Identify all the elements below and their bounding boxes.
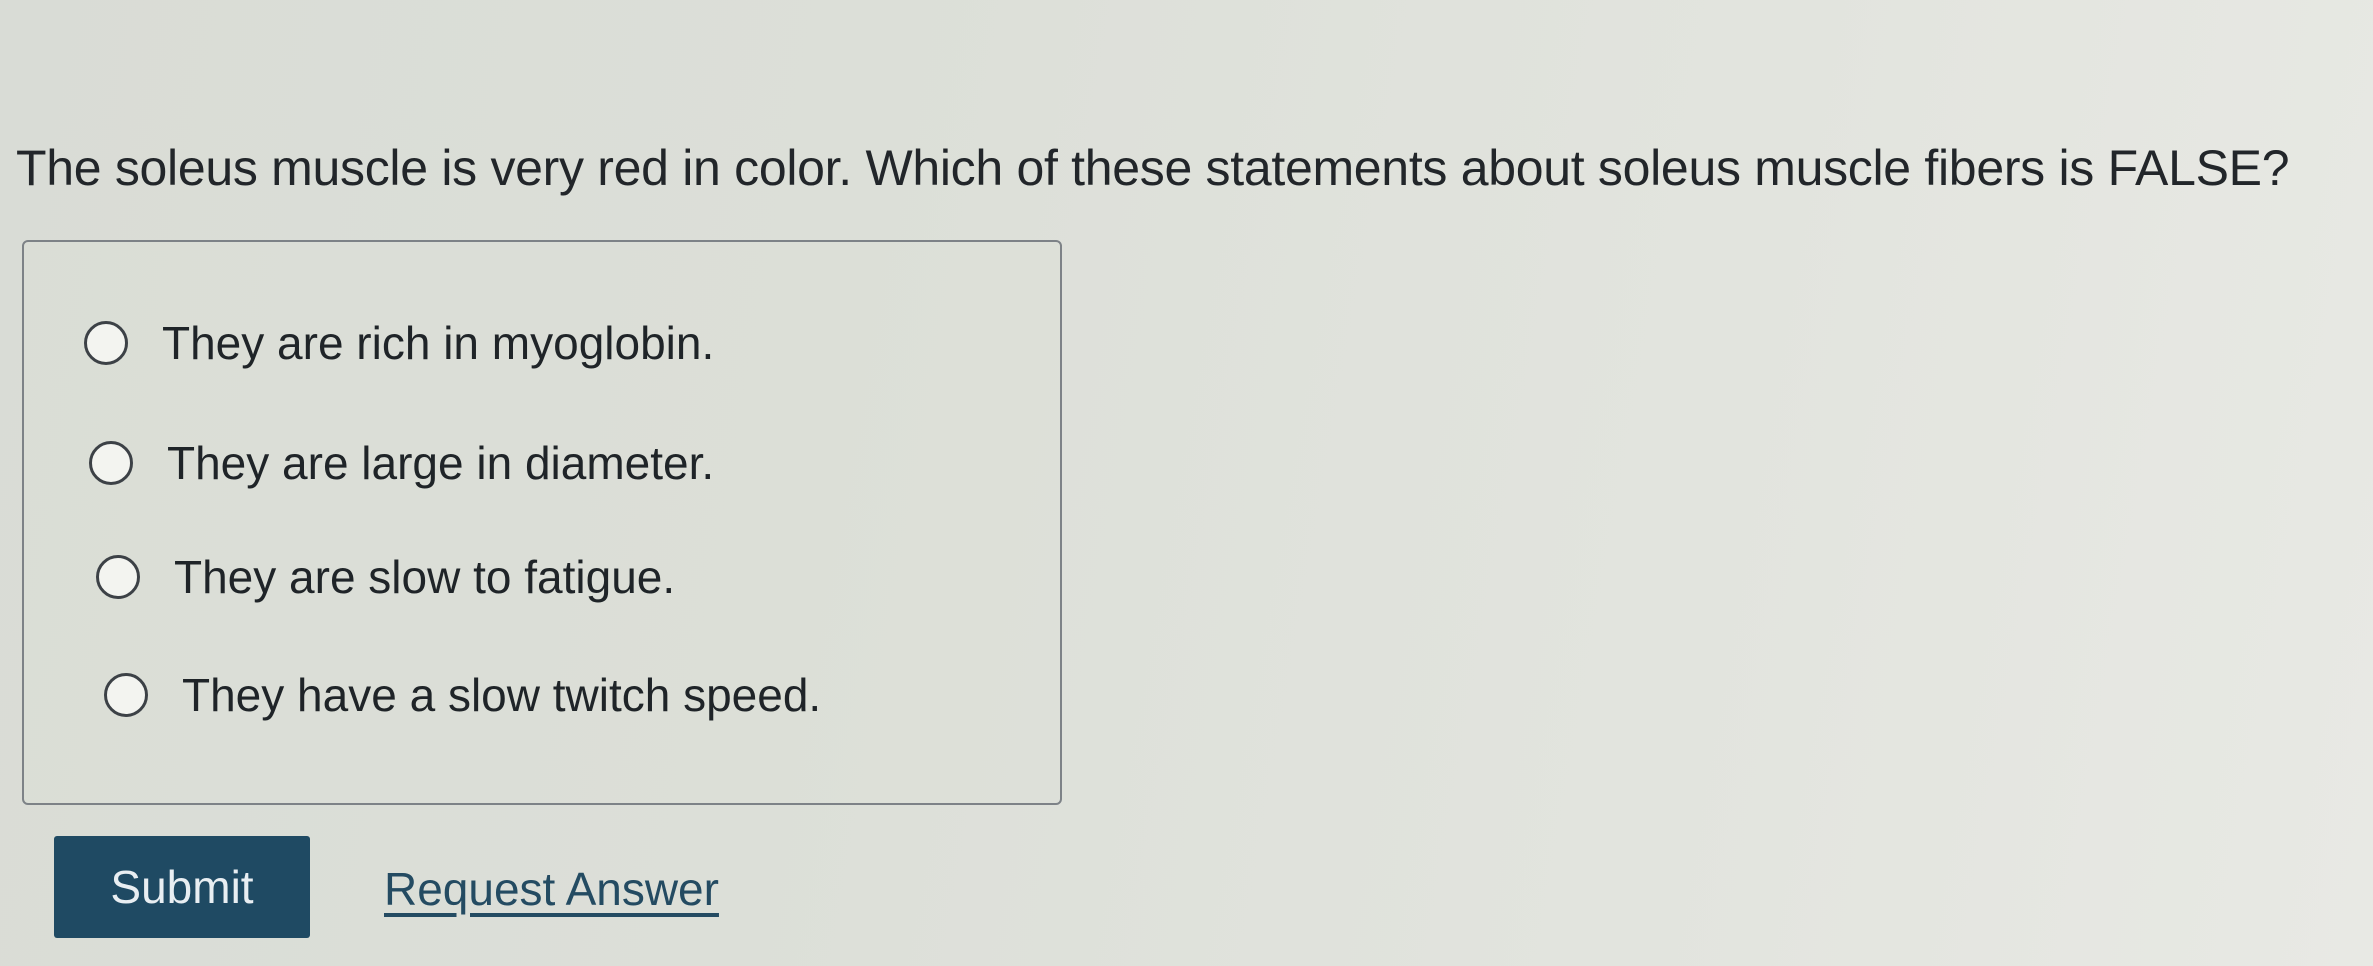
answer-option-4[interactable]: They have a slow twitch speed. (104, 668, 821, 722)
answer-option-1[interactable]: They are rich in myoglobin. (84, 316, 714, 370)
answer-option-label: They are slow to fatigue. (174, 551, 676, 603)
radio-button-icon[interactable] (84, 321, 128, 365)
radio-button-icon[interactable] (96, 555, 140, 599)
answer-option-3[interactable]: They are slow to fatigue. (96, 550, 675, 604)
radio-button-icon[interactable] (89, 441, 133, 485)
answer-option-label: They are rich in myoglobin. (162, 317, 715, 369)
radio-button-icon[interactable] (104, 673, 148, 717)
answer-option-2[interactable]: They are large in diameter. (89, 436, 714, 490)
answer-option-label: They are large in diameter. (167, 437, 715, 489)
question-text: The soleus muscle is very red in color. … (16, 140, 2290, 196)
answer-option-label: They have a slow twitch speed. (182, 669, 822, 721)
answer-options-group: They are rich in myoglobin. They are lar… (22, 240, 1062, 805)
submit-button[interactable]: Submit (54, 836, 310, 938)
request-answer-link[interactable]: Request Answer (384, 862, 719, 916)
